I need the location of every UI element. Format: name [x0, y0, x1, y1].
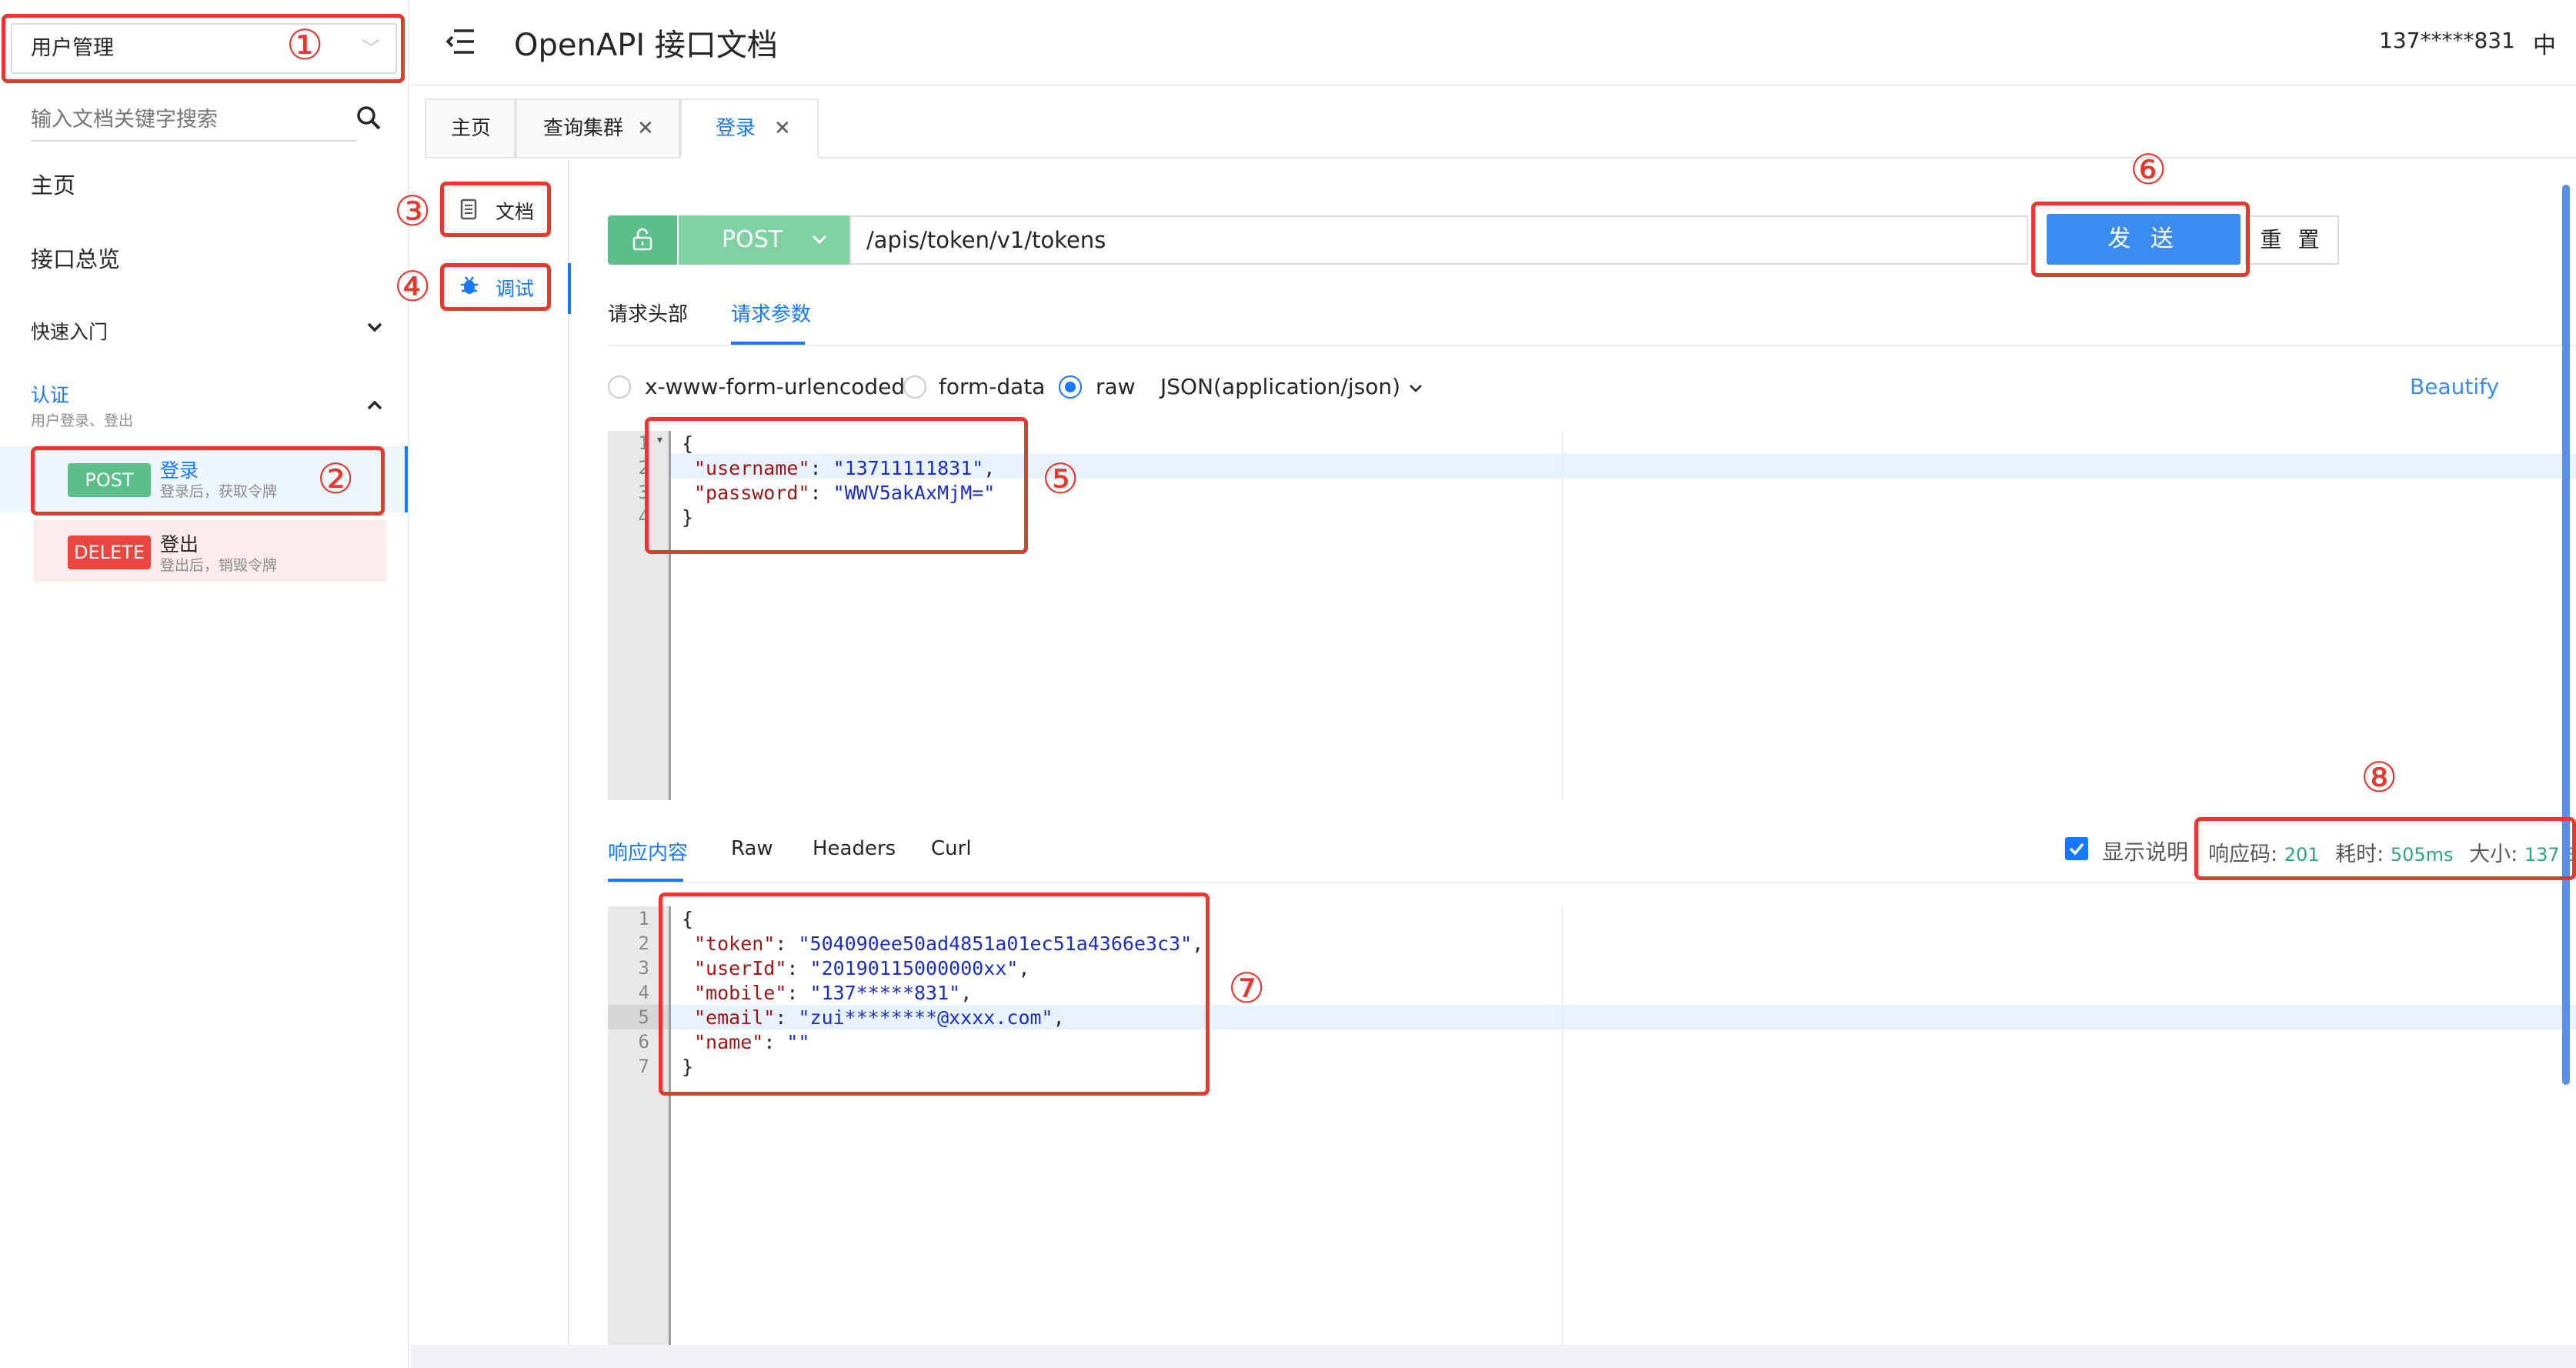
- lock-icon: [632, 228, 652, 251]
- tab-response-headers[interactable]: Headers: [813, 837, 896, 860]
- content-type-value: JSON(application/json): [1160, 374, 1400, 399]
- reset-button[interactable]: 重 置: [2245, 215, 2339, 265]
- sidebar-item-label: 快速入门: [31, 321, 108, 343]
- bottom-bar: [411, 1345, 2576, 1368]
- annotation-number: ⑧: [2361, 753, 2398, 802]
- sidebar-item-home[interactable]: 主页: [31, 168, 75, 200]
- sidebar-group-title: 认证: [31, 384, 70, 406]
- search-input[interactable]: [31, 98, 357, 142]
- show-desc-checkbox[interactable]: [2065, 837, 2088, 860]
- annotation-box-6: [2031, 202, 2250, 277]
- annotation-number: ③: [394, 187, 432, 235]
- sidebar-item-quickstart[interactable]: 快速入门: [31, 317, 385, 345]
- page-title: OpenAPI 接口文档: [514, 28, 778, 63]
- close-icon[interactable]: ✕: [774, 100, 791, 157]
- annotation-box-3: [440, 182, 551, 237]
- tab-response-raw[interactable]: Raw: [731, 837, 773, 860]
- tab-response-content[interactable]: 响应内容: [608, 837, 688, 866]
- line-number: 2: [638, 933, 649, 954]
- doc-debug-nav: [411, 160, 569, 1368]
- line-number: 3: [638, 957, 649, 979]
- radio-label-raw: raw: [1096, 374, 1136, 399]
- tab-login[interactable]: 登录 ✕: [680, 98, 819, 158]
- chevron-up-icon: [367, 400, 382, 410]
- subtabs-baseline: [608, 345, 2576, 346]
- menu-fold-icon[interactable]: [445, 28, 475, 55]
- annotation-number: ⑥: [2130, 145, 2167, 194]
- scrollbar[interactable]: [2562, 185, 2570, 1085]
- annotation-number: ④: [394, 262, 432, 311]
- tab-query-cluster[interactable]: 查询集群 ✕: [516, 98, 680, 158]
- user-phone[interactable]: 137*****831: [2379, 28, 2515, 53]
- api-name: 登出: [160, 533, 199, 556]
- header: OpenAPI 接口文档 137*****831 中: [411, 0, 2576, 86]
- radio-urlencoded[interactable]: [608, 375, 631, 399]
- radio-form-data[interactable]: [903, 375, 926, 399]
- line-number: 7: [638, 1056, 649, 1077]
- tab-response-curl[interactable]: Curl: [931, 837, 972, 860]
- check-icon: [2069, 842, 2084, 856]
- tab-label: 登录: [716, 117, 756, 140]
- annotation-number: ⑤: [1042, 455, 1079, 503]
- close-icon[interactable]: ✕: [637, 100, 654, 157]
- annotation-box-7: [659, 893, 1210, 1096]
- annotation-box-5: [645, 417, 1028, 554]
- chevron-down-icon: [1410, 385, 1422, 392]
- beautify-link[interactable]: Beautify: [2410, 374, 2499, 399]
- method-select[interactable]: POST: [679, 215, 849, 265]
- sidebar-item-label: 接口总览: [31, 246, 121, 272]
- api-item-logout[interactable]: DELETE 登出 登出后，销毁令牌: [34, 520, 386, 582]
- show-desc-label: 显示说明: [2102, 839, 2189, 865]
- tab-label: 查询集群: [543, 117, 624, 140]
- print-margin: [1562, 906, 1563, 1346]
- nav-debug-indicator: [568, 263, 571, 314]
- url-input[interactable]: /apis/token/v1/tokens: [849, 215, 2028, 265]
- auth-lock-button[interactable]: [608, 215, 677, 265]
- radio-raw[interactable]: [1059, 375, 1082, 399]
- sidebar-group-desc: 用户登录、登出: [31, 412, 134, 429]
- tab-request-params[interactable]: 请求参数: [731, 299, 811, 327]
- annotation-number: ②: [317, 455, 355, 503]
- line-number: 6: [638, 1031, 649, 1053]
- tab-label: 主页: [451, 117, 492, 140]
- chevron-down-icon: [812, 235, 827, 245]
- tabs-baseline: [819, 157, 2576, 158]
- sidebar-item-overview[interactable]: 接口总览: [31, 242, 120, 274]
- radio-label-form-data: form-data: [939, 374, 1046, 399]
- annotation-box-8: [2194, 817, 2576, 880]
- chevron-down-icon: [367, 322, 382, 332]
- radio-label-urlencoded: x-www-form-urlencoded: [645, 374, 906, 399]
- content-type-select[interactable]: JSON(application/json): [1160, 374, 1423, 399]
- response-tabs-baseline: [608, 882, 2576, 883]
- sidebar: 用户管理 ﹀ 主页 接口总览 快速入门 认证 用户登录、登出 POST 登录 登…: [0, 0, 409, 1368]
- api-desc: 登出后，销毁令牌: [160, 557, 278, 574]
- annotation-number: ①: [286, 21, 324, 69]
- language-toggle[interactable]: 中: [2533, 26, 2556, 60]
- method-select-value: POST: [722, 226, 783, 253]
- line-number: 1: [638, 908, 649, 929]
- method-badge-delete: DELETE: [68, 536, 151, 569]
- tab-request-headers[interactable]: 请求头部: [608, 299, 688, 327]
- tab-home[interactable]: 主页: [425, 98, 516, 158]
- line-number: 5: [638, 1006, 649, 1028]
- annotation-box-1: [2, 14, 405, 83]
- annotation-number: ⑦: [1228, 964, 1266, 1013]
- search-icon[interactable]: [355, 105, 382, 131]
- line-number: 4: [638, 982, 649, 1003]
- print-margin: [1562, 431, 1563, 800]
- sidebar-item-label: 主页: [31, 172, 76, 199]
- sidebar-group-auth[interactable]: 认证 用户登录、登出: [31, 380, 385, 430]
- annotation-box-4: [440, 263, 551, 311]
